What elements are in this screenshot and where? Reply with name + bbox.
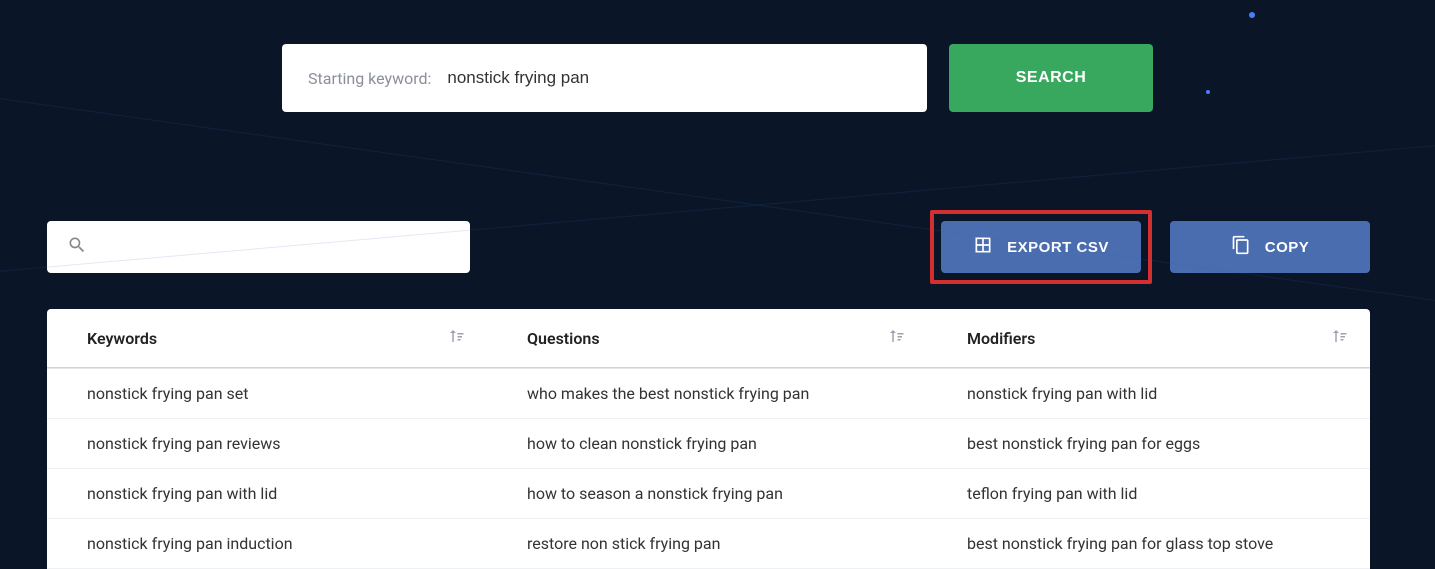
modifiers-header-label: Modifiers bbox=[967, 329, 1035, 348]
search-button[interactable]: SEARCH bbox=[949, 44, 1153, 112]
filter-input[interactable] bbox=[101, 239, 450, 256]
questions-header-label: Questions bbox=[527, 329, 600, 348]
table-cell: nonstick frying pan induction bbox=[47, 519, 487, 569]
search-icon bbox=[67, 235, 87, 259]
keywords-column: nonstick frying pan set nonstick frying … bbox=[47, 369, 487, 569]
export-csv-label: EXPORT CSV bbox=[1007, 239, 1109, 256]
table-header-row: Keywords Questions Modifiers bbox=[47, 309, 1370, 369]
copy-button[interactable]: COPY bbox=[1170, 221, 1370, 273]
action-buttons: EXPORT CSV COPY bbox=[930, 210, 1370, 284]
table-cell: how to clean nonstick frying pan bbox=[487, 419, 927, 469]
sort-icon bbox=[447, 327, 465, 349]
export-highlight-box: EXPORT CSV bbox=[930, 210, 1152, 284]
table-cell: how to season a nonstick frying pan bbox=[487, 469, 927, 519]
copy-icon bbox=[1231, 235, 1251, 259]
table-icon bbox=[973, 235, 993, 259]
questions-header[interactable]: Questions bbox=[487, 309, 927, 368]
table-body: nonstick frying pan set nonstick frying … bbox=[47, 369, 1370, 569]
toolbar: EXPORT CSV COPY bbox=[47, 210, 1370, 284]
keyword-label: Starting keyword: bbox=[308, 69, 431, 88]
search-bar: Starting keyword: SEARCH bbox=[0, 0, 1435, 112]
table-cell: best nonstick frying pan for glass top s… bbox=[927, 519, 1370, 569]
background-dot bbox=[1206, 90, 1210, 94]
keyword-input-container: Starting keyword: bbox=[282, 44, 927, 112]
modifiers-header[interactable]: Modifiers bbox=[927, 309, 1370, 368]
table-cell: nonstick frying pan with lid bbox=[47, 469, 487, 519]
table-cell: nonstick frying pan with lid bbox=[927, 369, 1370, 419]
keywords-header[interactable]: Keywords bbox=[47, 309, 487, 368]
table-cell: teflon frying pan with lid bbox=[927, 469, 1370, 519]
questions-column: who makes the best nonstick frying pan h… bbox=[487, 369, 927, 569]
results-table: Keywords Questions Modifiers nonstick fr… bbox=[47, 309, 1370, 569]
table-cell: restore non stick frying pan bbox=[487, 519, 927, 569]
table-cell: who makes the best nonstick frying pan bbox=[487, 369, 927, 419]
keywords-header-label: Keywords bbox=[87, 329, 157, 348]
table-cell: best nonstick frying pan for eggs bbox=[927, 419, 1370, 469]
background-dot bbox=[1249, 12, 1255, 18]
filter-input-container bbox=[47, 221, 470, 273]
sort-icon bbox=[1330, 327, 1348, 349]
sort-icon bbox=[887, 327, 905, 349]
table-cell: nonstick frying pan set bbox=[47, 369, 487, 419]
copy-label: COPY bbox=[1265, 239, 1310, 256]
modifiers-column: nonstick frying pan with lid best nonsti… bbox=[927, 369, 1370, 569]
table-cell: nonstick frying pan reviews bbox=[47, 419, 487, 469]
keyword-input[interactable] bbox=[447, 68, 901, 88]
export-csv-button[interactable]: EXPORT CSV bbox=[941, 221, 1141, 273]
